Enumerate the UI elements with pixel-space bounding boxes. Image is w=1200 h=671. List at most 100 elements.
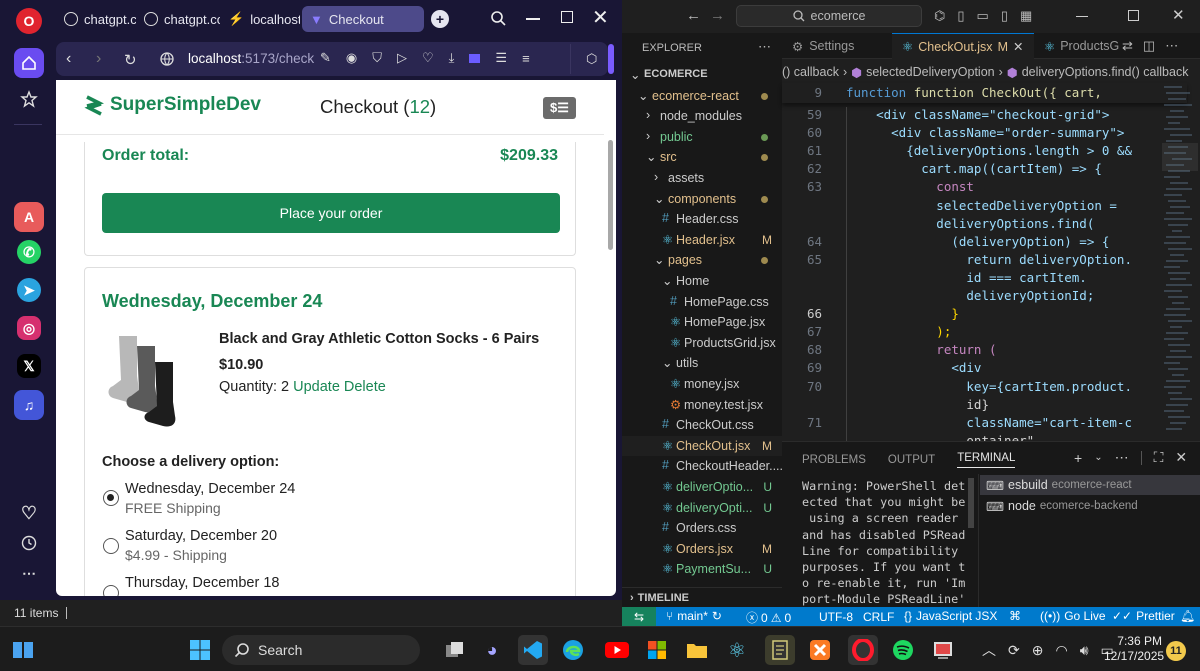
code-editor[interactable]: 59 <div className="checkout-grid"> 60 <di…	[782, 107, 1187, 441]
terminal-output[interactable]: Warning: PowerShell det ected that you mi…	[802, 478, 968, 606]
volume-icon[interactable]: 🔊︎	[1080, 642, 1089, 659]
customize-layout-icon[interactable]: ▦	[1020, 8, 1032, 24]
close-panel-icon[interactable]: ✕	[1175, 449, 1187, 466]
tab-checkout-jsx[interactable]: ⚛ CheckOut.jsx M ✕	[892, 33, 1034, 59]
tab-chatgpt-1[interactable]: chatgpt.co	[56, 6, 136, 32]
react-devtools-icon[interactable]: ⚛	[722, 635, 752, 665]
star-icon[interactable]	[14, 84, 44, 114]
aria-icon[interactable]: A	[14, 202, 44, 232]
timeline-section[interactable]: › TIMELINE	[622, 587, 782, 607]
tree-item[interactable]: ⚛ Orders.jsx M	[622, 539, 782, 559]
more-icon[interactable]: ⋯	[14, 558, 44, 588]
download-icon[interactable]: ⤓	[449, 50, 455, 66]
whatsapp-icon[interactable]: ✆	[17, 240, 41, 264]
file-explorer-icon[interactable]	[682, 635, 712, 665]
telegram-icon[interactable]: ➤	[17, 278, 41, 302]
play-icon[interactable]: ▷	[397, 50, 407, 66]
globe-icon[interactable]: ⊕	[1032, 642, 1044, 659]
heart-icon[interactable]: ♡	[14, 498, 44, 528]
tab-localhost[interactable]: ⚡ localhost	[220, 6, 300, 32]
update-link[interactable]: Update	[293, 379, 340, 395]
eol-indicator[interactable]: CRLF	[863, 610, 894, 624]
delivery-radio-1[interactable]	[103, 538, 119, 554]
close-button[interactable]: ✕	[592, 5, 609, 30]
close-tab-icon[interactable]: ✕	[1013, 39, 1023, 54]
minimize-button[interactable]	[1076, 16, 1088, 18]
tree-item[interactable]: ⚛ PaymentSu... U	[622, 559, 782, 579]
sync-icon[interactable]: ⟳	[1008, 642, 1020, 659]
notepad-icon[interactable]	[765, 635, 795, 665]
url-field[interactable]: localhost:5173/check	[188, 51, 314, 66]
music-icon[interactable]: ♫	[14, 390, 44, 420]
go-live-button[interactable]: ((•)) Go Live	[1040, 609, 1106, 623]
maximize-button[interactable]	[561, 11, 573, 23]
maximize-button[interactable]	[1128, 10, 1139, 21]
copilot-icon[interactable]: ⌬	[934, 8, 945, 24]
tree-item[interactable]: ⌄ components	[622, 189, 782, 209]
tree-item[interactable]: # Orders.css	[622, 518, 782, 538]
toggle-panel-icon[interactable]: ▭	[977, 8, 989, 24]
tree-item[interactable]: ⌄ ECOMERCE	[622, 65, 782, 85]
tree-item[interactable]: # Header.css	[622, 209, 782, 229]
menu-icon[interactable]: ≡	[522, 51, 530, 66]
tree-item[interactable]: ⚙ money.test.jsx	[622, 395, 782, 415]
tab-chatgpt-2[interactable]: chatgpt.co	[136, 6, 220, 32]
tab-problems[interactable]: PROBLEMS	[802, 454, 866, 466]
spotify-icon[interactable]	[888, 635, 918, 665]
chevron-up-icon[interactable]: ︿	[982, 640, 996, 660]
notifications-bell-icon[interactable]: 🔔︎	[1180, 609, 1195, 623]
history-icon[interactable]	[14, 528, 44, 558]
language-mode[interactable]: {} JavaScript JSX	[904, 609, 997, 623]
start-button[interactable]	[185, 635, 215, 665]
wifi-icon[interactable]: ◠	[1055, 642, 1067, 659]
tree-item[interactable]: ⚛ deliverOptio... U	[622, 477, 782, 497]
back-icon[interactable]: ‹	[66, 50, 71, 68]
remote-icon[interactable]: ⇆	[622, 607, 656, 626]
chevron-down-icon[interactable]: ⌄	[1094, 452, 1102, 463]
more-actions-icon[interactable]: ⋯	[758, 39, 771, 55]
tab-output[interactable]: OUTPUT	[888, 454, 935, 466]
tab-settings[interactable]: ⚙ Settings	[782, 33, 892, 59]
delete-link[interactable]: Delete	[344, 379, 386, 395]
problems-count[interactable]: ⓧ 0 ⚠ 0	[746, 609, 791, 626]
teams-icon[interactable]: ◕	[477, 635, 507, 665]
opera-taskbar-icon[interactable]	[848, 635, 878, 665]
xampp-icon[interactable]	[805, 635, 835, 665]
forward-icon[interactable]: ›	[96, 50, 101, 68]
more-actions-icon[interactable]: ⋯	[1115, 449, 1129, 466]
delivery-radio-0[interactable]	[103, 490, 119, 506]
wallet-icon[interactable]	[469, 53, 481, 63]
tree-item[interactable]: ⌄ src	[622, 147, 782, 167]
brand-logo[interactable]: SuperSimpleDev	[84, 94, 261, 116]
shield-icon[interactable]: ⛉	[372, 50, 382, 66]
tree-item[interactable]: ⚛ deliveryOpti... U	[622, 498, 782, 518]
tree-item[interactable]: ⚛ Header.jsx M	[622, 230, 782, 250]
place-order-button[interactable]: Place your order	[102, 193, 560, 233]
tree-item[interactable]: ⚛ CheckOut.jsx M	[622, 435, 782, 456]
tree-item[interactable]: › assets	[622, 168, 782, 188]
edge-icon[interactable]	[558, 635, 588, 665]
opera-logo-icon[interactable]: O	[16, 8, 42, 34]
command-center-search[interactable]: ecomerce	[736, 5, 922, 27]
minimize-button[interactable]	[526, 18, 540, 20]
tree-item[interactable]: ⚛ HomePage.jsx	[622, 312, 782, 332]
page-scrollbar[interactable]	[608, 140, 613, 250]
vscode-taskbar-icon[interactable]	[518, 635, 548, 665]
x-icon[interactable]: 𝕏	[17, 354, 41, 378]
clock[interactable]: 7:36 PM 12/17/2025	[1104, 634, 1164, 664]
microsoft-store-icon[interactable]	[642, 635, 672, 665]
new-tab-button[interactable]: +	[431, 10, 449, 28]
widgets-icon[interactable]	[8, 635, 38, 665]
tree-item[interactable]: # CheckoutHeader....	[622, 456, 782, 476]
tab-checkout[interactable]: ▼ Checkout	[302, 6, 424, 32]
task-view-icon[interactable]	[440, 635, 470, 665]
nav-forward-icon[interactable]: →	[710, 7, 725, 24]
snipping-tool-icon[interactable]	[928, 635, 958, 665]
split-editor-icon[interactable]: ◫	[1143, 38, 1155, 54]
new-terminal-icon[interactable]: +	[1074, 450, 1082, 466]
camera-icon[interactable]: ◉	[346, 50, 357, 66]
heart-icon[interactable]: ♡	[422, 50, 434, 66]
encoding-indicator[interactable]: UTF-8	[819, 610, 853, 624]
maximize-panel-icon[interactable]: ⛶	[1154, 449, 1164, 466]
edit-icon[interactable]: ✎	[320, 50, 331, 66]
